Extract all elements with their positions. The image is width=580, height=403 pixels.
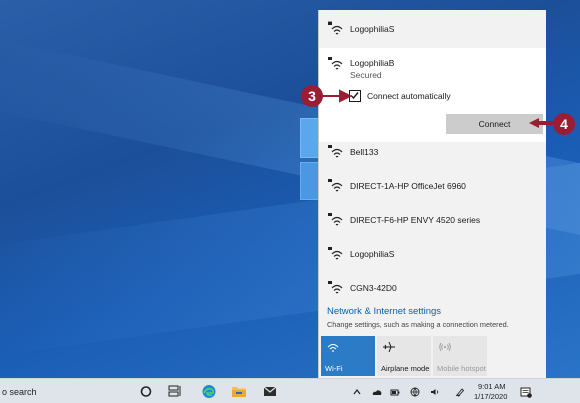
- network-item[interactable]: CGN3-42D0: [319, 271, 546, 305]
- wifi-secured-icon: [328, 179, 343, 192]
- file-explorer-icon[interactable]: [231, 384, 247, 399]
- wifi-secured-icon: [328, 21, 343, 35]
- tile-label: Mobile hotspot: [437, 364, 486, 373]
- clock-date[interactable]: 1/17/2020: [474, 392, 507, 401]
- mail-icon[interactable]: [262, 384, 278, 399]
- callout-step-3: 3: [301, 85, 323, 107]
- edge-browser-icon[interactable]: [201, 384, 217, 399]
- task-view-icon[interactable]: [167, 384, 183, 399]
- network-flyout: LogophiliaS LogophiliaB Secured Connect …: [318, 10, 546, 378]
- network-name: LogophiliaS: [350, 24, 395, 34]
- airplane-icon: [383, 341, 395, 353]
- network-name: DIRECT-1A-HP OfficeJet 6960: [350, 181, 466, 191]
- taskbar: o search 9:01 AM 1/17/2020: [0, 378, 580, 403]
- network-item[interactable]: DIRECT-F6-HP ENVY 4520 series: [319, 203, 546, 237]
- hotspot-icon: [439, 342, 451, 352]
- network-item[interactable]: LogophiliaS: [319, 237, 546, 271]
- battery-icon[interactable]: [390, 387, 400, 397]
- expanded-network-item[interactable]: LogophiliaB Secured Connect automaticall…: [319, 48, 546, 142]
- network-name: DIRECT-F6-HP ENVY 4520 series: [350, 215, 481, 225]
- cortana-icon[interactable]: [138, 384, 154, 399]
- network-name: LogophiliaS: [350, 249, 395, 259]
- wifi-secured-icon: [328, 57, 343, 70]
- wifi-secured-icon: [328, 145, 343, 158]
- wifi-secured-icon: [328, 247, 343, 260]
- network-settings-description: Change settings, such as making a connec…: [327, 320, 509, 329]
- network-item[interactable]: LogophiliaS: [319, 12, 546, 46]
- tile-label: Airplane mode: [381, 364, 430, 373]
- network-item[interactable]: Bell133: [319, 135, 546, 169]
- airplane-mode-tile[interactable]: Airplane mode: [377, 336, 431, 376]
- wifi-secured-icon: [328, 281, 343, 294]
- action-center-icon[interactable]: [520, 386, 532, 398]
- mobile-hotspot-tile[interactable]: Mobile hotspot: [433, 336, 487, 376]
- wifi-toggle-tile[interactable]: Wi-Fi: [321, 336, 375, 376]
- network-name: Bell133: [350, 147, 379, 157]
- tile-label: Wi-Fi: [325, 364, 343, 373]
- network-settings-link[interactable]: Network & Internet settings: [327, 306, 441, 317]
- clock-time[interactable]: 9:01 AM: [478, 382, 506, 391]
- onedrive-icon[interactable]: [372, 387, 382, 397]
- pen-workspace-icon[interactable]: [455, 387, 465, 397]
- network-name: LogophiliaB: [350, 58, 395, 68]
- network-globe-icon[interactable]: [410, 387, 420, 397]
- wifi-icon: [327, 344, 339, 352]
- volume-icon[interactable]: [430, 387, 440, 397]
- taskbar-search-box[interactable]: o search: [2, 387, 37, 397]
- wifi-secured-icon: [328, 213, 343, 226]
- callout-step-4: 4: [553, 113, 575, 135]
- network-item[interactable]: DIRECT-1A-HP OfficeJet 6960: [319, 169, 546, 203]
- network-name: CGN3-42D0: [350, 283, 397, 293]
- chevron-up-icon[interactable]: [352, 387, 362, 397]
- network-status: Secured: [350, 70, 382, 80]
- connect-automatically-label[interactable]: Connect automatically: [367, 91, 451, 101]
